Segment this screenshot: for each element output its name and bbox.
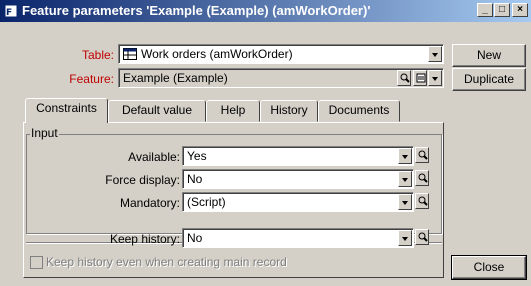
tab-help[interactable]: Help [206,100,260,122]
tab-constraints[interactable]: Constraints [25,98,108,123]
tab-documents[interactable]: Documents [318,100,400,122]
chevron-down-icon[interactable] [398,171,412,187]
force-display-combo[interactable]: No [182,169,414,189]
table-value: Work orders (amWorkOrder) [141,47,293,61]
duplicate-button[interactable]: Duplicate [452,68,526,91]
new-button[interactable]: New [452,44,526,67]
chevron-down-icon[interactable] [398,230,412,246]
keep-history-value: No [187,231,203,245]
app-icon: F [4,4,18,18]
keep-history-combo[interactable]: No [182,228,414,248]
input-group-label: Input [30,126,59,140]
feature-value: Example (Example) [123,71,228,85]
svg-text:F: F [6,8,12,18]
zoom-icon[interactable] [415,170,429,186]
zoom-icon[interactable] [415,147,429,163]
force-display-value: No [187,172,203,186]
available-value: Yes [187,149,207,163]
force-display-label: Force display: [105,173,180,187]
zoom-icon[interactable] [415,193,429,209]
available-label: Available: [128,150,180,164]
feature-field[interactable]: Example (Example) [118,68,444,88]
table-icon [123,48,137,60]
chevron-down-icon[interactable] [398,148,412,164]
chevron-down-icon[interactable] [428,46,442,62]
mandatory-combo[interactable]: (Script) [182,192,414,212]
minimize-button[interactable]: _ [477,3,493,17]
tab-default-value[interactable]: Default value [108,100,206,122]
feature-label: Feature: [69,72,114,86]
title-bar[interactable]: F Feature parameters 'Example (Example) … [0,0,531,22]
keep-history-main-label: Keep history even when creating main rec… [46,255,287,269]
window-title: Feature parameters 'Example (Example) (a… [22,3,371,18]
available-combo[interactable]: Yes [182,146,414,166]
mandatory-value: (Script) [187,195,226,209]
details-icon[interactable] [413,70,427,86]
table-combo[interactable]: Work orders (amWorkOrder) [118,44,444,64]
close-window-button[interactable]: × [512,3,528,17]
keep-history-label: Keep history: [109,232,180,246]
chevron-down-icon[interactable] [398,194,412,210]
maximize-button[interactable]: □ [494,3,510,17]
close-button[interactable]: Close [451,255,527,280]
keep-history-main-checkbox[interactable] [30,256,43,269]
zoom-icon[interactable] [415,229,429,245]
table-label: Table: [81,48,114,62]
zoom-icon[interactable] [397,70,411,86]
mandatory-label: Mandatory: [119,196,180,210]
chevron-down-icon[interactable] [428,70,442,86]
tab-history[interactable]: History [260,100,318,122]
